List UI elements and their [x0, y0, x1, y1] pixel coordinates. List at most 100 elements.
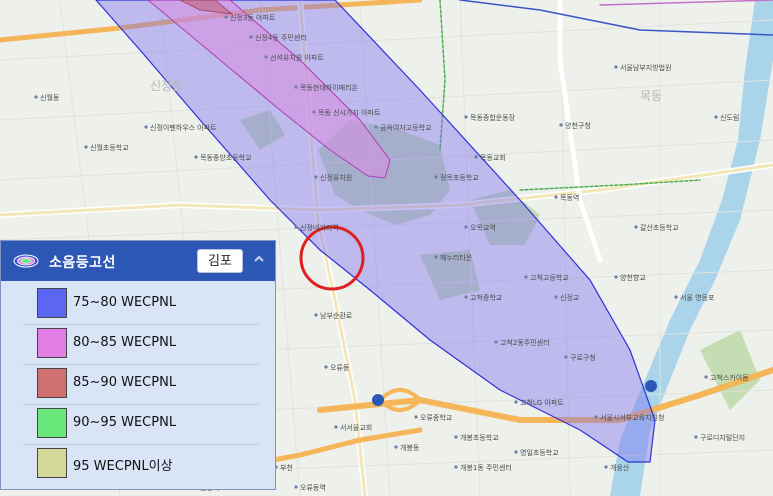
- place-label: 정목초등학교: [440, 173, 479, 182]
- poi-marker-icon: [294, 485, 298, 489]
- legend-item-95-plus: 95 WECPNL이상: [23, 445, 259, 485]
- poi-marker-icon: [464, 225, 468, 229]
- place-label: 남부순환로: [320, 311, 353, 320]
- chevron-up-icon[interactable]: [251, 252, 267, 268]
- poi-marker-icon: [594, 415, 598, 419]
- place-label: 해누리타운: [440, 253, 473, 262]
- poi-marker-icon: [194, 155, 198, 159]
- district-label-mokdong: 목동: [640, 89, 662, 103]
- poi-marker-icon: [414, 415, 418, 419]
- place-label: 신정교: [560, 293, 580, 302]
- place-label: 신월동: [40, 93, 60, 102]
- legend-item-label: 80~85 WECPNL: [73, 335, 177, 350]
- legend-swatch: [37, 408, 67, 438]
- place-label: 신월초등학교: [90, 143, 129, 152]
- poi-marker-icon: [434, 255, 438, 259]
- contour-ellipse-icon: [13, 254, 39, 268]
- place-label: 서울남부지방법원: [620, 63, 672, 72]
- place-label: 목동종합운동장: [470, 113, 516, 122]
- place-label: 양천구청: [565, 121, 591, 130]
- poi-marker-icon: [554, 295, 558, 299]
- legend-swatch: [37, 448, 67, 478]
- poi-marker-icon: [464, 295, 468, 299]
- place-label: 개봉동: [400, 443, 420, 452]
- poi-marker-icon: [614, 65, 618, 69]
- poi-marker-icon: [324, 365, 328, 369]
- legend-item-label: 95 WECPNL이상: [73, 459, 173, 474]
- airport-select-button[interactable]: 김포: [197, 249, 243, 273]
- poi-marker-icon: [514, 400, 518, 404]
- poi-marker-icon: [314, 175, 318, 179]
- place-label: 신정4동 주민센터: [255, 33, 307, 42]
- poi-marker-icon: [334, 425, 338, 429]
- legend-item-80-85: 80~85 WECPNL: [23, 325, 259, 365]
- place-label: 신정네거리역: [300, 223, 339, 232]
- poi-marker-icon: [374, 125, 378, 129]
- legend-list: 75~80 WECPNL 80~85 WECPNL 85~90 WECPNL 9…: [23, 285, 259, 485]
- place-label: 목동역: [560, 193, 579, 202]
- poi-marker-icon: [674, 295, 678, 299]
- district-label-shinjeong: 신정동: [150, 79, 183, 93]
- place-label: 금옥여자고등학교: [380, 123, 432, 132]
- poi-marker-icon: [474, 155, 478, 159]
- poi-marker-icon: [314, 313, 318, 317]
- place-label: 오류중학교: [420, 413, 453, 422]
- legend-item-label: 85~90 WECPNL: [73, 375, 177, 390]
- poi-marker-icon: [614, 275, 618, 279]
- place-label: 고척고등학교: [530, 273, 569, 282]
- poi-marker-icon: [249, 35, 253, 39]
- place-label: 신정유치원: [320, 173, 352, 182]
- poi-marker-icon: [494, 340, 498, 344]
- place-label: 오류동: [330, 364, 350, 372]
- poi-marker-icon: [34, 95, 38, 99]
- legend-item-90-95: 90~95 WECPNL: [23, 405, 259, 445]
- place-label: 서울시서부교육지원청: [600, 413, 664, 422]
- poi-marker-icon: [634, 225, 638, 229]
- poi-marker-icon: [704, 375, 708, 379]
- poi-marker-icon: [559, 123, 563, 127]
- legend-item-75-80: 75~80 WECPNL: [23, 285, 259, 325]
- poi-marker-icon: [264, 55, 268, 59]
- place-label: 고척스카이돔: [710, 373, 749, 382]
- place-label: 선석유치원 아파트: [270, 53, 324, 62]
- place-label: 양천향교: [620, 273, 646, 282]
- poi-marker-icon: [294, 225, 298, 229]
- poi-marker-icon: [604, 465, 608, 469]
- place-label: 개웅산: [610, 463, 630, 472]
- place-label: 영일초등학교: [520, 448, 559, 457]
- poi-marker-icon: [294, 85, 298, 89]
- place-label: 목동교회: [480, 154, 506, 162]
- place-label: 구로구청: [570, 354, 596, 362]
- place-label: 개봉초등학교: [460, 433, 499, 442]
- legend-header: 소음등고선 김포: [1, 241, 275, 281]
- place-label: 오목교역: [470, 223, 496, 232]
- poi-marker-icon: [524, 275, 528, 279]
- place-label: 부천: [280, 463, 293, 472]
- legend-swatch: [37, 288, 67, 318]
- legend-item-85-90: 85~90 WECPNL: [23, 365, 259, 405]
- poi-marker-icon: [144, 125, 148, 129]
- place-label: 목동현대하이페리온: [300, 83, 359, 92]
- poi-marker-icon: [564, 355, 568, 359]
- poi-marker-icon: [434, 175, 438, 179]
- legend-item-label: 75~80 WECPNL: [73, 295, 177, 310]
- place-label: 서울 영등포: [680, 293, 715, 302]
- poi-marker-icon: [514, 450, 518, 454]
- place-label: 고척중학교: [470, 293, 503, 302]
- poi-marker-icon: [312, 110, 316, 114]
- place-label: 서서울교회: [340, 423, 372, 432]
- legend-title: 소음등고선: [49, 255, 116, 271]
- poi-marker-icon: [394, 445, 398, 449]
- poi-marker-icon: [554, 195, 558, 199]
- legend-item-label: 90~95 WECPNL: [73, 415, 177, 430]
- place-label: 오류동역: [300, 483, 326, 492]
- place-label: 개봉1동 주민센터: [460, 463, 512, 472]
- place-label: 구로디지털단지: [700, 433, 745, 442]
- legend-swatch: [37, 328, 67, 358]
- place-label: 갈산초등학교: [640, 223, 679, 232]
- poi-marker-icon: [84, 145, 88, 149]
- place-label: 고척2동주민센터: [500, 338, 550, 347]
- poi-marker-icon: [694, 435, 698, 439]
- poi-marker-icon: [454, 465, 458, 469]
- place-label: 신정3동 아파트: [230, 13, 276, 22]
